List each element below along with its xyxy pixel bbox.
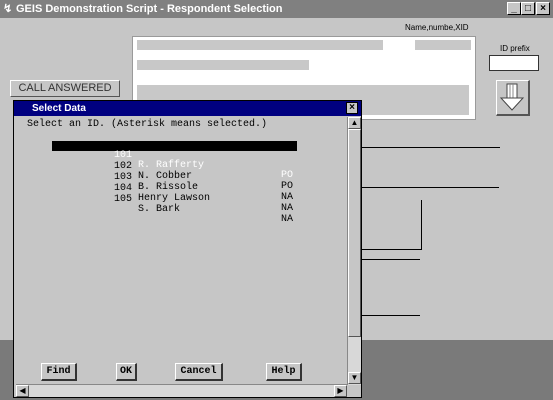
- form-line: [362, 249, 422, 250]
- help-button[interactable]: Help: [266, 363, 302, 381]
- scroll-left-arrow-icon[interactable]: ◀: [16, 385, 29, 397]
- scroll-right-arrow-icon[interactable]: ▶: [334, 385, 347, 397]
- respondent-id: 105: [114, 194, 133, 205]
- list-item[interactable]: 103 B. Rissole NA: [52, 163, 297, 203]
- close-button[interactable]: ×: [536, 2, 550, 15]
- respondent-name: Henry Lawson: [138, 193, 211, 204]
- vertical-scrollbar[interactable]: ▲ ▼: [347, 117, 361, 385]
- list-item[interactable]: 101 R. Rafferty PO: [52, 141, 297, 181]
- list-item[interactable]: 105 S. Bark NA: [52, 185, 297, 225]
- minimize-button[interactable]: _: [507, 2, 521, 15]
- respondent-status: NA: [281, 203, 294, 214]
- app-icon[interactable]: ↯: [3, 0, 12, 18]
- info-field-3: [137, 60, 309, 70]
- list-item[interactable]: 102 N. Cobber PO: [52, 152, 297, 192]
- vertical-scroll-thumb[interactable]: [348, 129, 361, 337]
- scroll-down-arrow-icon[interactable]: ▼: [348, 372, 361, 384]
- cancel-button[interactable]: Cancel: [175, 363, 223, 381]
- main-window-titlebar[interactable]: ↯ GEIS Demonstration Script - Respondent…: [0, 0, 553, 18]
- maximize-button[interactable]: □: [521, 2, 535, 15]
- form-line: [362, 147, 500, 148]
- form-line: [362, 187, 499, 188]
- id-prefix-input[interactable]: [489, 55, 539, 71]
- id-prefix-label: ID prefix: [500, 44, 530, 53]
- ok-button[interactable]: OK: [116, 363, 137, 381]
- list-item[interactable]: 104 Henry Lawson NA: [52, 174, 297, 214]
- respondent-name: S. Bark: [138, 204, 181, 215]
- name-number-id-label: Name,numbe,XID: [405, 23, 469, 32]
- respondent-status: NA: [281, 214, 294, 225]
- respondent-list[interactable]: 101 R. Rafferty PO 102 N. Cobber PO 103 …: [16, 132, 347, 386]
- scroll-up-arrow-icon[interactable]: ▲: [348, 117, 361, 129]
- form-line: [421, 200, 422, 250]
- down-arrow-button[interactable]: [496, 80, 530, 116]
- form-line: [362, 315, 420, 316]
- dialog-title: Select Data: [32, 103, 86, 114]
- down-arrow-icon: [499, 83, 525, 111]
- window-title: GEIS Demonstration Script - Respondent S…: [16, 3, 283, 15]
- select-data-dialog: Select Data × Select an ID. (Asterisk me…: [13, 100, 362, 398]
- horizontal-scrollbar[interactable]: ◀ ▶: [16, 384, 347, 397]
- form-line: [362, 259, 420, 260]
- dialog-titlebar[interactable]: Select Data ×: [14, 101, 361, 116]
- find-button[interactable]: Find: [41, 363, 77, 381]
- dialog-close-button[interactable]: ×: [346, 102, 358, 114]
- info-field-1: [137, 40, 383, 50]
- info-field-2: [415, 40, 471, 50]
- dialog-instruction: Select an ID. (Asterisk means selected.): [27, 119, 268, 130]
- call-answered-button[interactable]: CALL ANSWERED: [10, 80, 120, 97]
